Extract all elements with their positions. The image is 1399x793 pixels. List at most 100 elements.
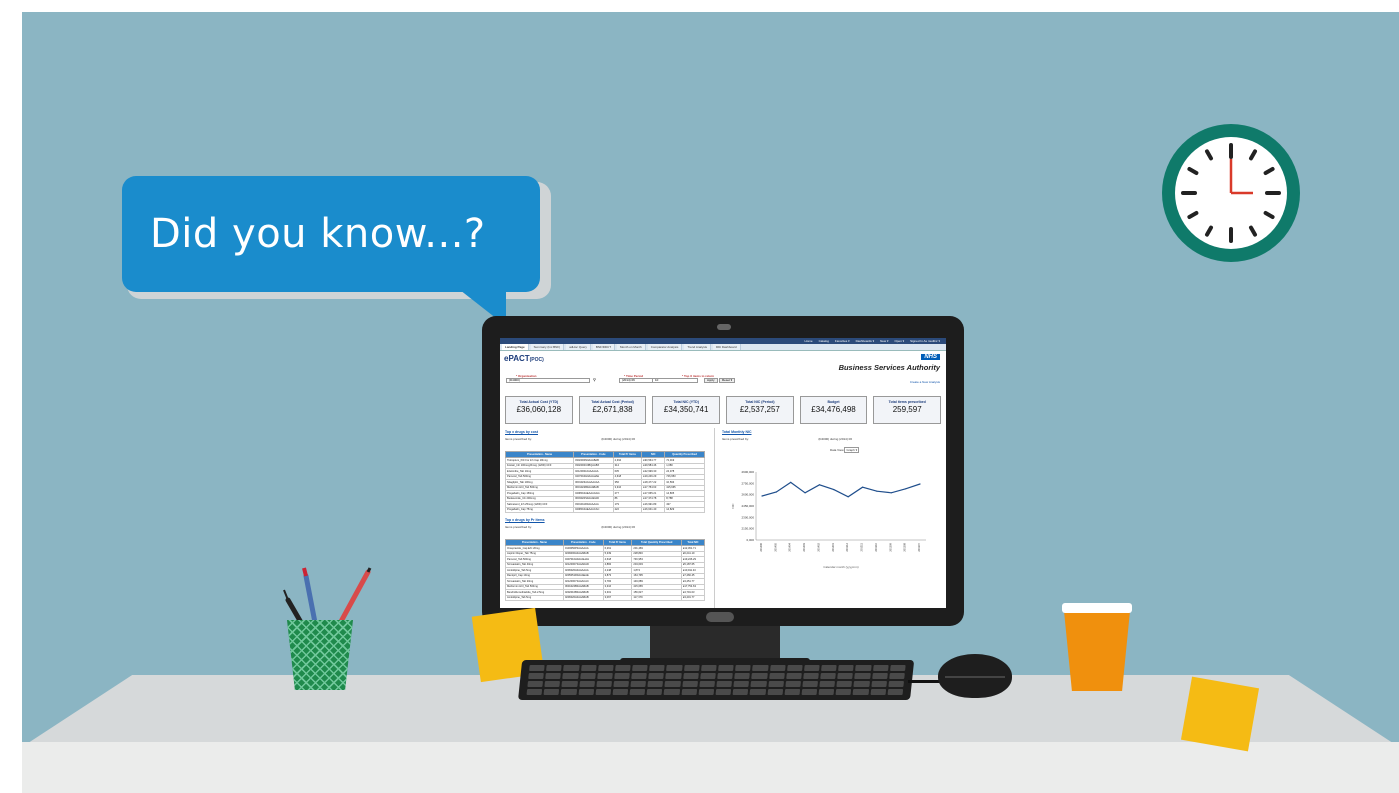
keyboard-key: [733, 681, 750, 687]
keyboard-key: [801, 689, 818, 695]
sub-value: (D4000) during (2014) 06: [818, 437, 852, 441]
keyboard-key: [526, 689, 543, 695]
keyboard-key: [629, 689, 646, 695]
webcam-icon: [717, 324, 731, 330]
keyboard-key: [562, 673, 579, 679]
kpi-value: £2,537,257: [739, 405, 780, 414]
nav-new[interactable]: New ▾: [880, 338, 888, 344]
keyboard-key: [852, 689, 869, 695]
keyboard-key: [785, 681, 801, 687]
nav-home[interactable]: Home: [805, 338, 813, 344]
table-cell: £16,641.40: [641, 506, 666, 513]
keyboard-key: [681, 689, 697, 695]
clock-face: [1175, 137, 1287, 249]
table-cell: 3,067: [602, 594, 633, 601]
kpi-value: £2,671,838: [592, 405, 633, 414]
x-tick-label: 201312: [845, 542, 849, 551]
tab-month-on-month[interactable]: Month on Month: [617, 344, 646, 350]
keyboard-key: [820, 673, 837, 679]
nav-favorites[interactable]: Favorites ▾: [835, 338, 850, 344]
keyboard-key: [768, 673, 785, 679]
data-view-label: Data View: [830, 448, 844, 452]
keyboard-keys: [526, 665, 906, 695]
app-title-suffix: (POC): [529, 357, 544, 363]
y-tick-label: 2600,000: [741, 493, 754, 497]
monitor-power-button: [706, 612, 734, 622]
tab-summary[interactable]: Summary (Inc BNF): [530, 344, 565, 350]
y-tick-label: 0,000: [746, 538, 754, 542]
keyboard-key: [614, 665, 631, 671]
tab-trend-analysis[interactable]: Trend Analysis: [684, 344, 711, 350]
keyboard-key: [767, 681, 784, 687]
section-top-drugs-by-items[interactable]: Top x drugs by Pr items: [505, 518, 714, 522]
keyboard-key: [767, 689, 783, 695]
topx-select[interactable]: 10: [652, 378, 698, 383]
keyboard-key: [527, 681, 544, 687]
dashboard-tabs: Landing Page Summary (Inc BNF) adHoc Que…: [500, 344, 946, 351]
nav-signed-in[interactable]: Signed In As mudlinr ▾: [910, 338, 940, 344]
org-input[interactable]: (D4000): [506, 378, 590, 383]
data-view-select[interactable]: Graph ▾: [844, 447, 860, 453]
nav-open[interactable]: Open ▾: [894, 338, 904, 344]
keyboard-key: [802, 681, 819, 687]
table-cell: 222: [612, 506, 643, 513]
nav-catalog[interactable]: Catalog: [819, 338, 829, 344]
top-items-table: Presentation - Name Presentation - Code To…: [505, 539, 706, 601]
keyboard-key: [887, 689, 904, 695]
tab-landing-page[interactable]: Landing Page: [502, 344, 529, 350]
top-cost-table: Presentation - Name Presentation - Code To…: [504, 451, 705, 513]
tab-ddi-dashboard[interactable]: DDi Dashboard: [713, 344, 741, 350]
tab-comparator-analysis[interactable]: Comparator Analysis: [647, 344, 683, 350]
nic-data-point: [818, 484, 821, 486]
x-tick-label: 201404: [788, 542, 792, 551]
section-total-monthly-nic[interactable]: Total Monthly NIC: [722, 430, 940, 434]
keyboard-key: [528, 673, 545, 679]
keyboard-key: [786, 665, 803, 671]
x-tick-label: 201307: [917, 542, 921, 551]
keyboard-key: [870, 681, 887, 687]
nic-data-point: [876, 490, 878, 492]
sub-value: (D4000) during (2014) 06: [601, 437, 635, 441]
tab-adhoc-query[interactable]: adHoc Query: [566, 344, 591, 350]
keyboard-key: [560, 689, 577, 695]
nic-data-point: [775, 491, 777, 493]
app-title-main: ePACT: [504, 354, 530, 363]
keyboard-key: [665, 673, 682, 679]
sub-label: Items prescribed by:: [722, 437, 750, 441]
table-cell: Pregabalin_Cap 75mg: [504, 506, 575, 513]
filter-bar: * Organisation (D4000) ⚲ * Time Period (…: [506, 374, 806, 386]
reset-button[interactable]: Reset ▾: [719, 378, 736, 383]
nic-data-point: [905, 488, 907, 490]
apply-button[interactable]: Apply: [704, 378, 718, 383]
sub-label: Items prescribed by:: [505, 437, 533, 441]
kpi-value: £34,476,498: [811, 405, 856, 414]
keyboard-key: [578, 681, 595, 687]
keyboard-key: [854, 673, 871, 679]
mouse-button-line: [945, 676, 1005, 678]
keyboard-key: [546, 665, 563, 671]
y-tick-label: 2300,000: [741, 515, 754, 519]
app-title: ePACT(POC): [504, 354, 544, 363]
keyboard-key: [818, 689, 835, 695]
tab-bnf-ddct[interactable]: BNF/DDCT: [592, 344, 616, 350]
keyboard-key: [646, 689, 663, 695]
create-analysis-link[interactable]: Create a New Analysis: [910, 380, 940, 384]
pen-pot-mesh: [287, 620, 353, 690]
kpi-tile: Total Actual Cost (Period) £2,671,838: [578, 396, 647, 424]
kpi-value: £34,350,741: [663, 405, 709, 414]
keyboard-key: [596, 673, 613, 679]
search-icon[interactable]: ⚲: [593, 377, 596, 382]
keyboard-key: [837, 673, 854, 679]
keyboard-key: [630, 681, 647, 687]
keyboard-key: [889, 673, 905, 679]
keyboard-key: [631, 673, 648, 679]
section-top-drugs-by-cost[interactable]: Top x drugs by cost: [505, 430, 714, 434]
kpi-title: Total Actual Cost (Period): [591, 400, 634, 404]
x-tick-label: 201310: [874, 542, 878, 551]
app-screen: Home Catalog Favorites ▾ Dashboards ▾ Ne…: [500, 338, 946, 608]
nav-dashboards[interactable]: Dashboards ▾: [856, 338, 875, 344]
table-cell: 117,379: [631, 594, 682, 601]
monitor-stand-neck: [650, 626, 780, 660]
keyboard-key: [718, 665, 734, 671]
y-tick-label: 2450,000: [741, 504, 754, 508]
